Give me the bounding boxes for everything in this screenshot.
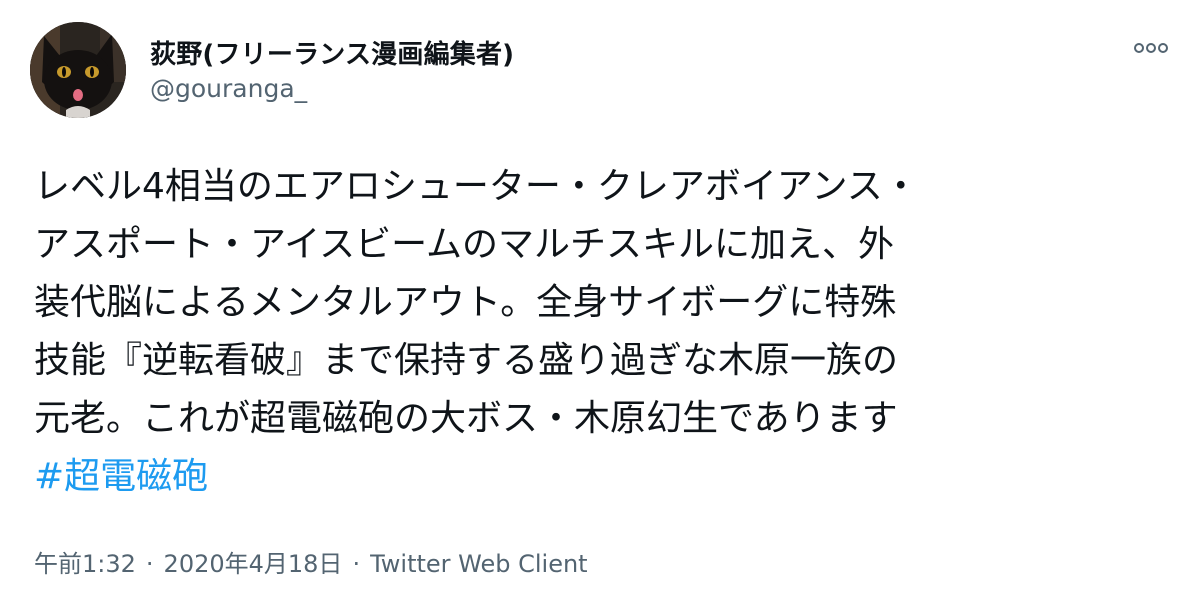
avatar[interactable] bbox=[30, 22, 126, 118]
tweet-text-line: 元老。これが超電磁砲の大ボス・木原幻生であります bbox=[34, 398, 898, 439]
author-display-name[interactable]: 荻野(フリーランス漫画編集者) bbox=[150, 34, 514, 71]
tweet-text-line: 技能『逆転看破』まで保持する盛り過ぎな木原一族の bbox=[34, 340, 899, 381]
tweet-client[interactable]: Twitter Web Client bbox=[370, 550, 588, 578]
tweet-metadata: 午前1:32 · 2020年4月18日 · Twitter Web Client bbox=[34, 544, 588, 579]
tweet-text-line: アスポート・アイスビームのマルチスキルに加え、外 bbox=[34, 224, 895, 265]
tweet-text: レベル4相当のエアロシューター・クレアボイアンス・ アスポート・アイスビームのマ… bbox=[34, 158, 1184, 506]
hashtag-link[interactable]: #超電磁砲 bbox=[34, 448, 1184, 506]
meta-separator: · bbox=[352, 550, 361, 578]
author-handle[interactable]: @gouranga_ bbox=[150, 74, 307, 103]
tweet-text-line: 装代脳によるメンタルアウト。全身サイボーグに特殊 bbox=[34, 282, 897, 323]
tweet-date[interactable]: 2020年4月18日 bbox=[164, 544, 343, 579]
more-options-icon[interactable] bbox=[1131, 36, 1171, 60]
tweet-time[interactable]: 午前1:32 bbox=[34, 544, 136, 579]
tweet-card: 荻野(フリーランス漫画編集者) @gouranga_ レベル4相当のエアロシュー… bbox=[0, 0, 1200, 606]
tweet-text-line: レベル4相当のエアロシューター・クレアボイアンス・ bbox=[34, 166, 919, 207]
black-cat-avatar-icon bbox=[30, 22, 126, 118]
meta-separator: · bbox=[145, 550, 154, 578]
